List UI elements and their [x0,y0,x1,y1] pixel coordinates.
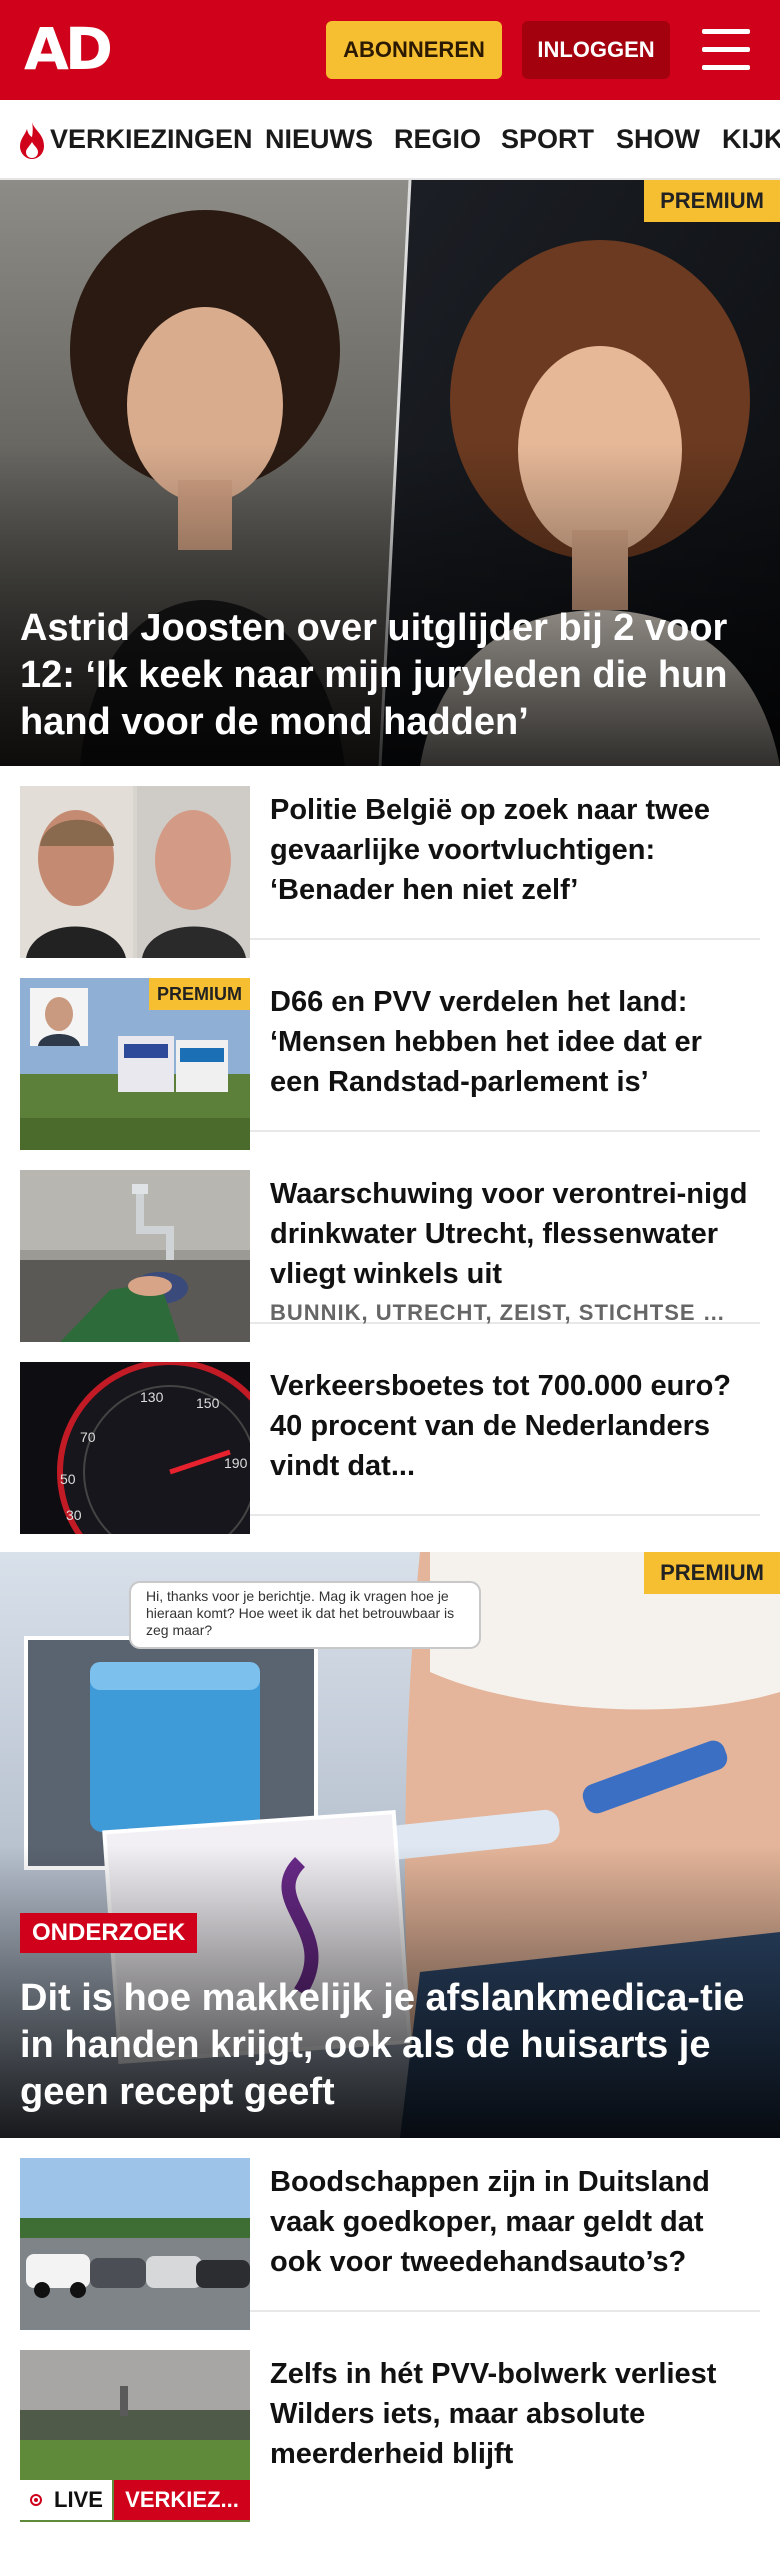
nav-item-kijk[interactable]: KIJK [722,100,780,176]
live-label: LIVE [54,2487,103,2512]
article-headline[interactable]: D66 en PVV verdelen het land: ‘Mensen he… [270,982,750,1102]
hero-headline[interactable]: Astrid Joosten over uitglijder bij 2 voo… [20,605,760,746]
ad-logo[interactable]: AD [24,20,116,78]
nav-item-nieuws[interactable]: NIEUWS [265,100,373,176]
live-dot-icon [30,2494,42,2506]
list-item[interactable]: Zelfs in hét PVV-bolwerk verliest Wilder… [20,2330,760,2522]
top-bar: AD ABONNEREN INLOGGEN [0,0,780,100]
article-headline[interactable]: Waarschuwing voor verontrei-nigd drinkwa… [270,1174,750,1294]
article-headline[interactable]: Zelfs in hét PVV-bolwerk verliest Wilder… [270,2354,750,2474]
premium-badge: PREMIUM [149,978,250,1010]
nav-item-regio[interactable]: REGIO [394,100,481,176]
list-item[interactable]: Politie België op zoek naar twee gevaarl… [20,766,760,958]
hamburger-menu-icon[interactable] [698,25,754,75]
list-item[interactable]: 70 50 30 130 150 190 Verkeersboetes tot … [20,1342,760,1534]
svg-text:190: 190 [224,1455,248,1471]
list-item[interactable]: PREMIUM D66 en PVV verdelen het land: ‘M… [20,958,760,1150]
article-headline[interactable]: Verkeersboetes tot 700.000 euro? 40 proc… [270,1366,750,1486]
hero-article-top[interactable]: PREMIUM Astrid Joosten over uitglijder b… [0,180,780,766]
category-tag[interactable]: ONDERZOEK [20,1913,198,1953]
chat-bubble-text: Hi, thanks voor je berichtje. Mag ik vra… [146,1588,455,1638]
subscribe-button[interactable]: ABONNEREN [326,21,502,79]
article-location: BUNNIK, UTRECHT, ZEIST, STICHTSE VECHT [270,1300,740,1325]
article-thumbnail [20,2158,250,2330]
live-badge: LIVE [20,2480,112,2520]
hero-headline[interactable]: Dit is hoe makkelijk je afslankmedica-ti… [20,1975,760,2116]
svg-text:30: 30 [66,1507,82,1523]
nav-item-sport[interactable]: SPORT [501,100,594,176]
premium-badge: PREMIUM [644,1552,780,1594]
premium-badge: PREMIUM [644,180,780,222]
login-button[interactable]: INLOGGEN [522,21,670,79]
list-item[interactable]: Boodschappen zijn in Duitsland vaak goed… [20,2138,760,2330]
section-nav: VERKIEZINGEN NIEUWS REGIO SPORT SHOW KIJ… [0,100,780,180]
article-headline[interactable]: Politie België op zoek naar twee gevaarl… [270,790,750,910]
flame-icon [20,122,44,159]
nav-item-verkiezingen[interactable]: VERKIEZINGEN [50,100,253,176]
svg-text:50: 50 [60,1471,76,1487]
nav-item-show[interactable]: SHOW [616,100,700,176]
hero-article-mid[interactable]: Hi, thanks voor je berichtje. Mag ik vra… [0,1552,780,2138]
article-thumbnail: 70 50 30 130 150 190 [20,1362,250,1534]
article-thumbnail [20,1170,250,1342]
list-item[interactable]: Waarschuwing voor verontrei-nigd drinkwa… [20,1150,760,1342]
article-thumbnail [20,786,250,958]
article-headline[interactable]: Boodschappen zijn in Duitsland vaak goed… [270,2162,750,2282]
svg-text:150: 150 [196,1395,220,1411]
category-tag[interactable]: VERKIEZ... [114,2480,250,2520]
svg-text:130: 130 [140,1389,164,1405]
article-thumbnail: PREMIUM [20,978,250,1150]
svg-text:70: 70 [80,1429,96,1445]
